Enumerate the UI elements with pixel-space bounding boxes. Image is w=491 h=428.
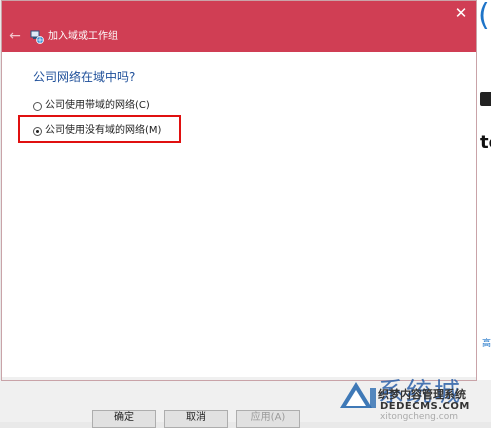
join-domain-dialog: ✕ ← 加入域或工作组 公司网络在域中吗? 公司使用带域的网络(C) 公司使用没… <box>1 0 477 381</box>
background-window-edge <box>477 0 491 422</box>
apply-button[interactable]: 应用(A) <box>236 410 300 428</box>
highlight-box <box>18 115 181 143</box>
radio-with-domain[interactable] <box>33 101 42 111</box>
background-partial-link[interactable]: 高 <box>482 336 491 349</box>
cancel-button[interactable]: 取消 <box>164 410 228 428</box>
background-partial-glyph: ( <box>478 0 490 33</box>
network-computer-icon <box>30 30 44 44</box>
background-icon <box>480 92 491 106</box>
watermark-site: xitongcheng.com <box>380 412 458 422</box>
page-heading: 公司网络在域中吗? <box>33 70 136 84</box>
option-with-domain[interactable]: 公司使用带域的网络(C) <box>33 98 150 114</box>
watermark-cms: 织梦内容管理系统 <box>378 388 466 401</box>
back-arrow-icon[interactable]: ← <box>6 27 24 45</box>
watermark-domain: DEDECMS.COM <box>380 401 470 412</box>
ok-button[interactable]: 确定 <box>92 410 156 428</box>
background-partial-text: te <box>480 132 491 153</box>
dialog-titlebar: ✕ ← 加入域或工作组 <box>2 1 476 52</box>
dialog-title: 加入域或工作组 <box>48 31 118 42</box>
close-icon[interactable]: ✕ <box>450 3 472 23</box>
option-label: 公司使用带域的网络(C) <box>45 100 150 111</box>
